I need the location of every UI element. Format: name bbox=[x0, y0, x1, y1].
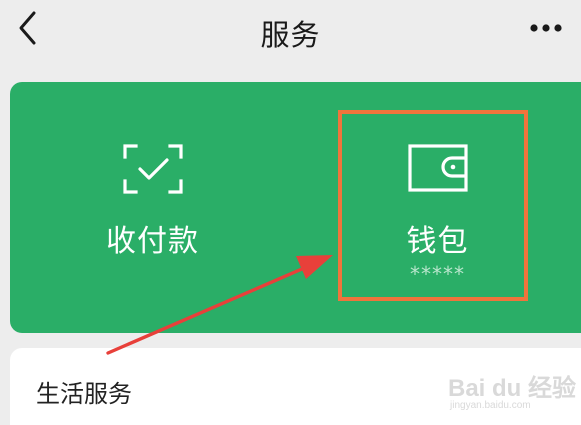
wallet-icon bbox=[407, 144, 468, 192]
nav-bar: 服务 bbox=[0, 0, 581, 60]
wallet-label: 钱包 bbox=[406, 224, 469, 259]
wallet-card: 收付款 钱包 ***** bbox=[10, 82, 581, 333]
life-services-title: 生活服务 bbox=[36, 380, 132, 408]
page-title: 服务 bbox=[260, 18, 321, 52]
scan-check-icon bbox=[122, 144, 183, 194]
wallet-balance-masked: ***** bbox=[410, 262, 465, 286]
pay-receive-button[interactable]: 收付款 bbox=[10, 82, 295, 333]
wallet-button[interactable]: 钱包 ***** bbox=[295, 82, 580, 333]
pay-receive-label: 收付款 bbox=[106, 224, 199, 259]
more-button[interactable] bbox=[528, 18, 568, 38]
life-services-panel: 生活服务 bbox=[10, 348, 581, 425]
ellipsis-icon bbox=[530, 24, 562, 32]
